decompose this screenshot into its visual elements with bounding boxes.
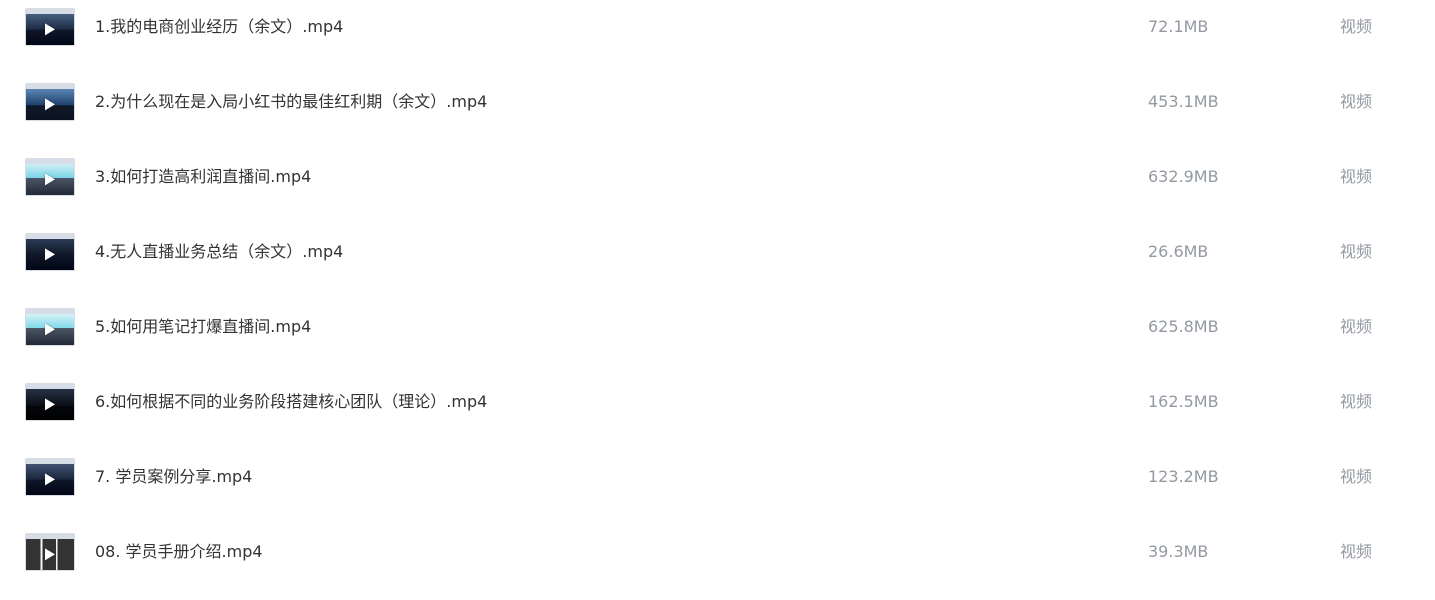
video-thumbnail[interactable] — [25, 383, 75, 421]
file-row[interactable]: 5.如何用笔记打爆直播间.mp4 625.8MB 视频 — [0, 300, 1435, 375]
file-name[interactable]: 5.如何用笔记打爆直播间.mp4 — [95, 317, 311, 337]
thumbnail-frame — [26, 9, 74, 45]
file-type: 视频 — [1340, 467, 1373, 486]
play-icon — [45, 98, 55, 111]
file-row[interactable]: 7. 学员案例分享.mp4 123.2MB 视频 — [0, 450, 1435, 525]
video-thumbnail[interactable] — [25, 83, 75, 121]
play-icon — [45, 323, 55, 336]
thumbnail-frame — [26, 459, 74, 495]
file-size: 632.9MB — [1148, 167, 1219, 186]
play-icon — [45, 173, 55, 186]
video-thumbnail[interactable] — [25, 308, 75, 346]
video-thumbnail[interactable] — [25, 158, 75, 196]
play-icon — [45, 473, 55, 486]
play-icon — [45, 548, 55, 561]
file-type: 视频 — [1340, 92, 1373, 111]
video-thumbnail[interactable] — [25, 233, 75, 271]
play-icon — [45, 23, 55, 36]
video-thumbnail[interactable] — [25, 458, 75, 496]
file-size: 26.6MB — [1148, 242, 1209, 261]
play-icon — [45, 248, 55, 261]
file-row[interactable]: 4.无人直播业务总结（余文）.mp4 26.6MB 视频 — [0, 225, 1435, 300]
file-name[interactable]: 2.为什么现在是入局小红书的最佳红利期（余文）.mp4 — [95, 92, 487, 112]
file-size: 162.5MB — [1148, 392, 1219, 411]
thumbnail-frame — [26, 534, 74, 570]
file-type: 视频 — [1340, 167, 1373, 186]
file-name[interactable]: 4.无人直播业务总结（余文）.mp4 — [95, 242, 343, 262]
file-row[interactable]: 6.如何根据不同的业务阶段搭建核心团队（理论）.mp4 162.5MB 视频 — [0, 375, 1435, 450]
thumbnail-frame — [26, 84, 74, 120]
video-thumbnail[interactable] — [25, 8, 75, 46]
file-row[interactable]: 2.为什么现在是入局小红书的最佳红利期（余文）.mp4 453.1MB 视频 — [0, 75, 1435, 150]
file-type: 视频 — [1340, 17, 1373, 36]
file-size: 39.3MB — [1148, 542, 1209, 561]
file-type: 视频 — [1340, 542, 1373, 561]
file-name[interactable]: 3.如何打造高利润直播间.mp4 — [95, 167, 311, 187]
thumbnail-frame — [26, 309, 74, 345]
thumbnail-frame — [26, 234, 74, 270]
file-name[interactable]: 08. 学员手册介绍.mp4 — [95, 542, 263, 562]
thumbnail-frame — [26, 159, 74, 195]
file-size: 72.1MB — [1148, 17, 1209, 36]
file-size: 453.1MB — [1148, 92, 1219, 111]
file-size: 123.2MB — [1148, 467, 1219, 486]
video-thumbnail[interactable] — [25, 533, 75, 571]
file-name[interactable]: 6.如何根据不同的业务阶段搭建核心团队（理论）.mp4 — [95, 392, 487, 412]
thumbnail-frame — [26, 384, 74, 420]
file-row[interactable]: 08. 学员手册介绍.mp4 39.3MB 视频 — [0, 525, 1435, 600]
file-size: 625.8MB — [1148, 317, 1219, 336]
file-type: 视频 — [1340, 392, 1373, 411]
file-type: 视频 — [1340, 242, 1373, 261]
file-type: 视频 — [1340, 317, 1373, 336]
file-name[interactable]: 1.我的电商创业经历（余文）.mp4 — [95, 17, 343, 37]
file-row[interactable]: 1.我的电商创业经历（余文）.mp4 72.1MB 视频 — [0, 0, 1435, 75]
play-icon — [45, 398, 55, 411]
file-row[interactable]: 3.如何打造高利润直播间.mp4 632.9MB 视频 — [0, 150, 1435, 225]
file-name[interactable]: 7. 学员案例分享.mp4 — [95, 467, 252, 487]
